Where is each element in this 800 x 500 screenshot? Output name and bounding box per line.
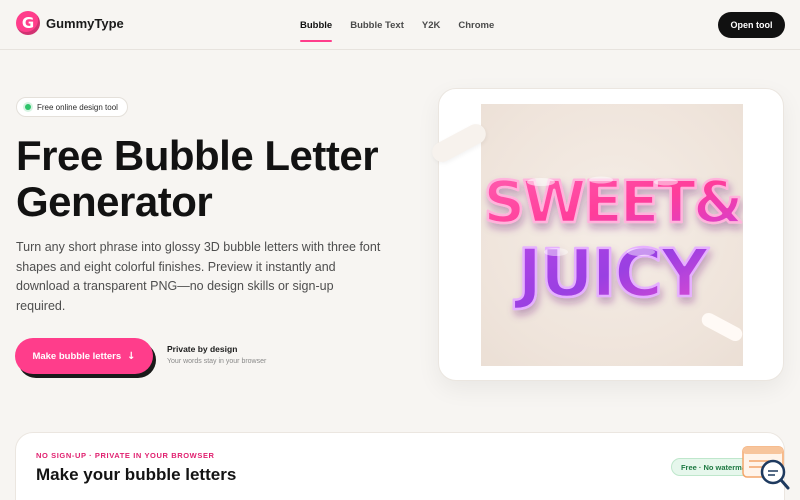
nav-item-bubble-text[interactable]: Bubble Text <box>350 14 404 37</box>
maker-section: NO SIGN-UP · PRIVATE IN YOUR BROWSER Mak… <box>15 432 785 500</box>
hero-description: Turn any short phrase into glossy 3D bub… <box>16 240 381 313</box>
nav-item-bubble[interactable]: Bubble <box>300 14 333 42</box>
preview-line2: JUICY <box>514 235 710 312</box>
make-bubble-letters-button[interactable]: Make bubble letters ↓ <box>15 338 153 374</box>
preview-line1: SWEET& <box>483 168 742 236</box>
section-title: Make your bubble letters <box>36 465 237 484</box>
brand-logo[interactable]: G GummyType <box>16 10 124 36</box>
hero-badge: Free online design tool <box>16 97 128 117</box>
page-title: Free Bubble Letter Generator <box>16 133 416 225</box>
main-nav: Bubble Bubble Text Y2K Chrome <box>300 0 494 50</box>
logo-mark-icon: G <box>16 11 40 35</box>
highlight-shape <box>544 248 568 256</box>
highlight-shape <box>589 176 613 184</box>
section-eyebrow: NO SIGN-UP · PRIVATE IN YOUR BROWSER <box>36 451 215 460</box>
open-tool-button[interactable]: Open tool <box>718 12 785 38</box>
highlight-shape <box>527 178 555 186</box>
brand-name: GummyType <box>46 15 124 31</box>
arrow-down-icon: ↓ <box>127 350 136 362</box>
site-header: G GummyType Bubble Bubble Text Y2K Chrom… <box>0 0 800 50</box>
page-title-line1: Free Bubble Letter <box>16 132 379 179</box>
bubble-letters-preview: SWEET& JUICY <box>481 104 743 366</box>
privacy-subtitle: Your words stay in your browser <box>167 358 267 365</box>
search-chat-icon[interactable] <box>741 444 791 494</box>
cta-label: Make bubble letters <box>32 350 122 362</box>
page-title-line2: Generator <box>16 178 213 225</box>
logo-letter: G <box>21 13 35 32</box>
privacy-note: Private by design Your words stay in you… <box>167 344 266 365</box>
nav-item-y2k[interactable]: Y2K <box>422 14 440 37</box>
status-dot-icon <box>25 104 31 110</box>
highlight-shape <box>654 178 678 186</box>
hero-badge-label: Free online design tool <box>37 102 118 112</box>
highlight-shape <box>627 248 655 256</box>
privacy-title: Private by design <box>167 344 238 354</box>
bubble-letters-graphic: SWEET& JUICY <box>482 167 743 314</box>
nav-item-chrome[interactable]: Chrome <box>458 14 494 37</box>
